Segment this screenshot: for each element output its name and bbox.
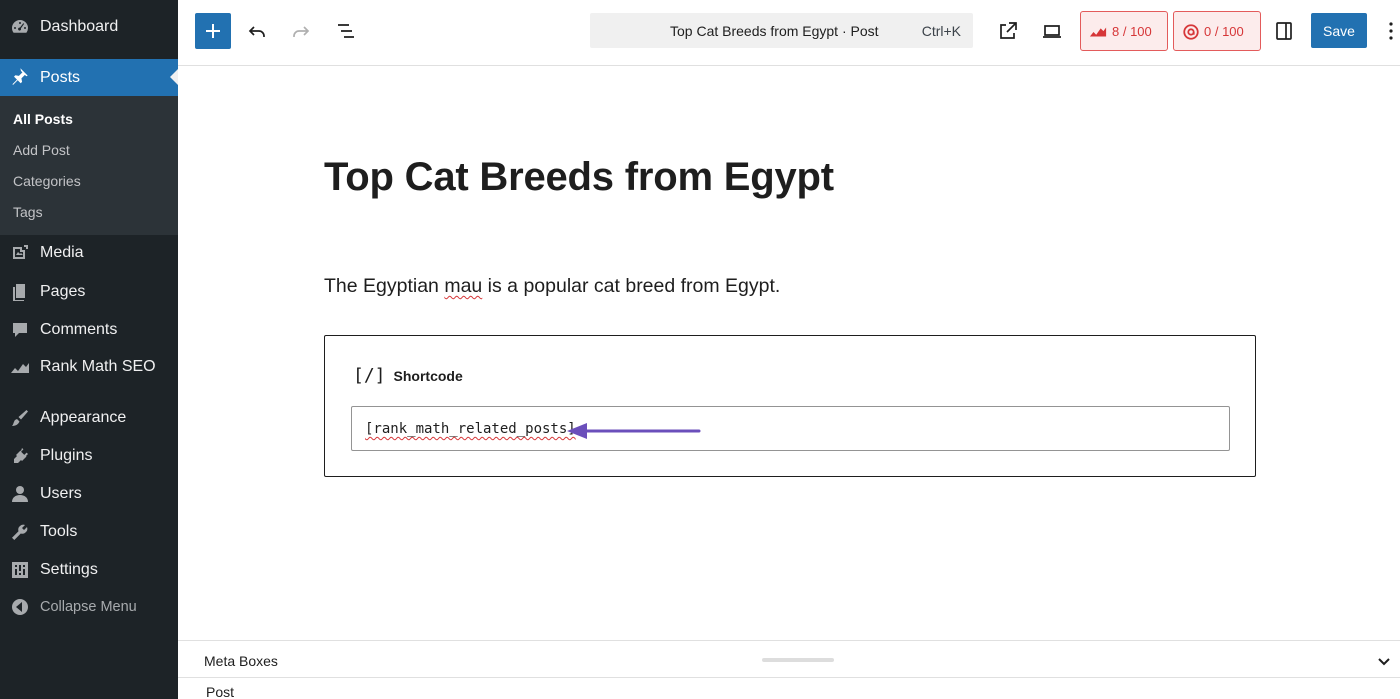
sidebar-item-label: Comments <box>40 321 118 338</box>
sidebar-item-label: Appearance <box>40 409 127 426</box>
wrench-icon <box>10 522 30 542</box>
redo-icon <box>293 26 310 37</box>
more-options-button[interactable] <box>1382 13 1400 49</box>
document-title: Top Cat Breeds from Egypt · Post <box>670 22 879 39</box>
meta-box-post-label: Post <box>206 684 235 699</box>
chevron-down-icon[interactable] <box>1374 651 1394 671</box>
command-palette-bar[interactable]: Top Cat Breeds from Egypt · Post Ctrl+K <box>590 13 973 48</box>
readability-score-badge[interactable]: 0 / 100 <box>1173 11 1261 51</box>
dashboard-icon <box>10 17 30 37</box>
editor-toolbar: Top Cat Breeds from Egypt · Post Ctrl+K … <box>178 0 1400 66</box>
sidebar-item-label: Users <box>40 485 82 502</box>
users-icon <box>10 484 30 504</box>
readability-score-value: 0 / 100 <box>1204 24 1244 39</box>
paragraph-block[interactable]: The Egyptian mau is a popular cat breed … <box>324 275 780 298</box>
meta-boxes-panel: Meta Boxes Post <box>178 640 1400 699</box>
more-vertical-icon <box>1389 22 1393 40</box>
sidebar-item-label: Dashboard <box>40 18 119 35</box>
add-block-button[interactable] <box>195 13 231 49</box>
submenu-item-categories[interactable]: Categories <box>13 173 81 189</box>
sidebar-item-label: Rank Math SEO <box>40 358 156 375</box>
redo-button[interactable] <box>283 13 319 49</box>
pages-icon <box>10 282 30 302</box>
list-view-icon <box>338 24 354 38</box>
sidebar-item-tools[interactable]: Tools <box>0 515 178 549</box>
sidebar-item-pages[interactable]: Pages <box>0 275 178 309</box>
sidebar-item-label: Pages <box>40 283 86 300</box>
post-title[interactable]: Top Cat Breeds from Egypt <box>324 155 834 200</box>
paragraph-text: is a popular cat breed from Egypt. <box>482 275 781 297</box>
keyboard-shortcut: Ctrl+K <box>921 22 961 39</box>
external-link-icon <box>1000 22 1017 39</box>
document-overview-button[interactable] <box>328 13 364 49</box>
sidebar-item-label: Media <box>40 244 84 261</box>
paragraph-text: The Egyptian <box>324 275 445 297</box>
rank-math-icon <box>1089 27 1107 37</box>
shortcode-block[interactable]: [/] Shortcode [rank_math_related_posts] <box>324 335 1256 477</box>
meta-boxes-header[interactable]: Meta Boxes <box>178 641 1400 678</box>
sidebar-item-label: Posts <box>40 68 81 86</box>
sidebar-item-label: Settings <box>40 561 98 578</box>
sidebar-item-label: Tools <box>40 523 78 540</box>
plus-icon <box>206 24 220 38</box>
annotation-arrow-icon <box>567 423 701 439</box>
sidebar-item-label: Collapse Menu <box>40 599 137 615</box>
view-post-button[interactable] <box>990 13 1026 49</box>
plugin-icon <box>10 446 30 466</box>
admin-sidebar: Dashboard Posts All Posts Add Post Categ… <box>0 0 178 699</box>
undo-icon <box>248 26 265 37</box>
settings-icon <box>10 560 30 580</box>
sidebar-item-users[interactable]: Users <box>0 477 178 511</box>
desktop-icon <box>1043 25 1061 38</box>
seo-score-badge[interactable]: 8 / 100 <box>1080 11 1168 51</box>
shortcode-value: [rank_math_related_posts] <box>365 421 576 437</box>
sidebar-item-rank-math-seo[interactable]: Rank Math SEO <box>0 350 178 384</box>
sidebar-panel-icon <box>1276 22 1292 40</box>
misspelled-word: mau <box>444 275 483 297</box>
editor-canvas: Top Cat Breeds from Egypt The Egyptian m… <box>178 67 1400 640</box>
posts-submenu: All Posts Add Post Categories Tags <box>0 96 178 235</box>
undo-button[interactable] <box>239 13 275 49</box>
pin-icon <box>10 66 30 86</box>
preview-button[interactable] <box>1034 13 1070 49</box>
sidebar-item-appearance[interactable]: Appearance <box>0 401 178 435</box>
submenu-item-tags[interactable]: Tags <box>13 204 43 220</box>
rank-math-icon <box>10 357 30 377</box>
settings-sidebar-toggle[interactable] <box>1266 13 1302 49</box>
media-icon <box>10 243 30 263</box>
brush-icon <box>10 408 30 428</box>
save-button[interactable]: Save <box>1311 13 1367 48</box>
sidebar-item-plugins[interactable]: Plugins <box>0 439 178 473</box>
collapse-icon <box>10 597 30 617</box>
sidebar-item-label: Plugins <box>40 447 93 464</box>
sidebar-item-comments[interactable]: Comments <box>0 313 178 347</box>
resize-handle[interactable] <box>762 658 834 662</box>
sidebar-item-settings[interactable]: Settings <box>0 553 178 587</box>
comments-icon <box>10 320 30 340</box>
seo-score-value: 8 / 100 <box>1112 24 1152 39</box>
shortcode-icon: [/] <box>353 365 386 386</box>
content-ai-icon <box>1183 24 1199 40</box>
submenu-item-add-post[interactable]: Add Post <box>13 142 70 158</box>
sidebar-item-dashboard[interactable]: Dashboard <box>0 10 178 44</box>
shortcode-input[interactable]: [rank_math_related_posts] <box>351 406 1230 451</box>
sidebar-item-media[interactable]: Media <box>0 236 178 270</box>
submenu-item-all-posts[interactable]: All Posts <box>13 111 73 127</box>
meta-boxes-title: Meta Boxes <box>204 653 278 669</box>
sidebar-item-posts[interactable]: Posts <box>0 59 178 96</box>
shortcode-label: Shortcode <box>393 367 463 384</box>
wp-admin-app: Dashboard Posts All Posts Add Post Categ… <box>0 0 1400 699</box>
collapse-menu-button[interactable]: Collapse Menu <box>0 590 178 624</box>
shortcode-block-header: [/] Shortcode <box>353 365 463 386</box>
